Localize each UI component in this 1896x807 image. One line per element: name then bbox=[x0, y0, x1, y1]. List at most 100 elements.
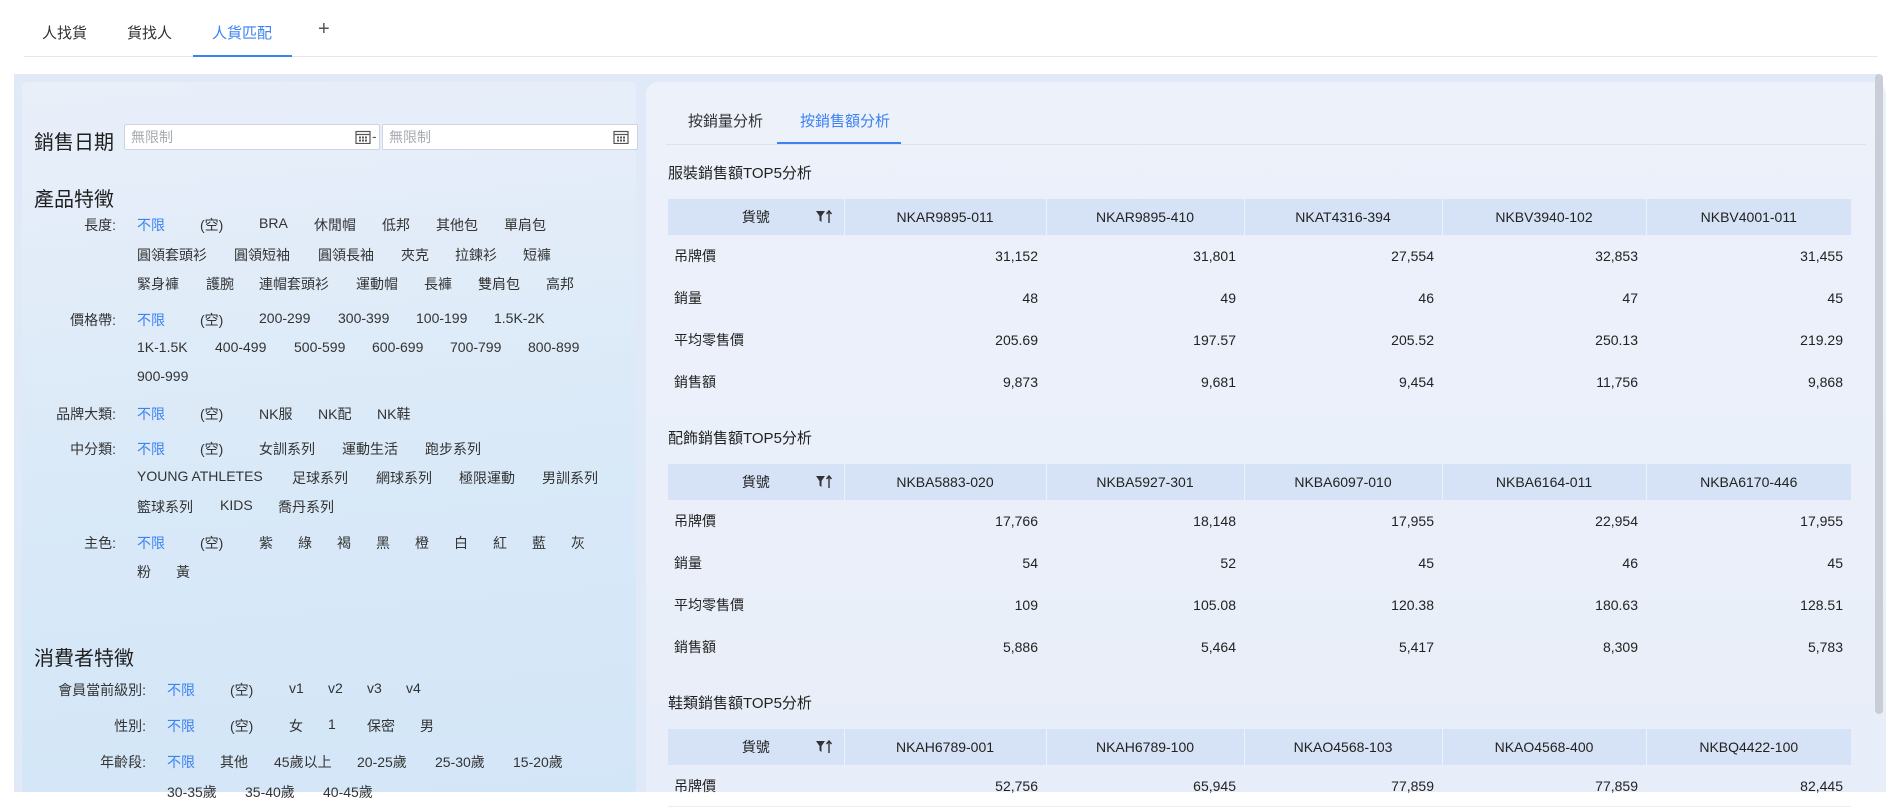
filter-option[interactable]: 褐 bbox=[337, 533, 351, 553]
tab-people-goods-match[interactable]: 人貨匹配 bbox=[212, 22, 272, 43]
filter-sort-icon[interactable] bbox=[815, 739, 833, 755]
filter-option[interactable]: 不限 bbox=[137, 439, 165, 459]
filter-option[interactable]: 不限 bbox=[137, 533, 165, 553]
tab-by-sales-amount[interactable]: 按銷售額分析 bbox=[800, 110, 890, 131]
filter-option[interactable]: 40-45歲 bbox=[323, 782, 373, 802]
filter-option[interactable]: 運動生活 bbox=[342, 439, 398, 459]
filter-option[interactable]: 休閒帽 bbox=[314, 215, 356, 235]
filter-option[interactable]: (空) bbox=[230, 716, 253, 736]
filter-option[interactable]: 不限 bbox=[137, 215, 165, 235]
end-date-field[interactable] bbox=[382, 124, 638, 150]
filter-option[interactable]: NK服 bbox=[259, 404, 292, 424]
filter-option[interactable]: 男訓系列 bbox=[542, 468, 598, 488]
filter-option[interactable]: 長褲 bbox=[424, 274, 452, 294]
filter-option[interactable]: 300-399 bbox=[338, 310, 389, 326]
filter-option[interactable]: YOUNG ATHLETES bbox=[137, 468, 263, 484]
tab-people-find-goods[interactable]: 人找貨 bbox=[42, 22, 87, 43]
filter-option[interactable]: 圓領短袖 bbox=[234, 245, 290, 265]
filter-sort-icon[interactable] bbox=[815, 209, 833, 225]
filter-option[interactable]: 綠 bbox=[298, 533, 312, 553]
filter-option[interactable]: 不限 bbox=[167, 716, 195, 736]
filter-option[interactable]: v2 bbox=[328, 680, 343, 696]
filter-option[interactable]: 黑 bbox=[376, 533, 390, 553]
filter-option[interactable]: 1K-1.5K bbox=[137, 339, 188, 355]
filter-option[interactable]: 不限 bbox=[137, 310, 165, 330]
filter-option[interactable]: 35-40歲 bbox=[245, 782, 295, 802]
filter-option[interactable]: 900-999 bbox=[137, 368, 188, 384]
filter-option[interactable]: 男 bbox=[420, 716, 434, 736]
filter-option[interactable]: 粉 bbox=[137, 562, 151, 582]
add-tab-icon[interactable]: + bbox=[318, 18, 330, 41]
filter-option[interactable]: (空) bbox=[200, 404, 223, 424]
filter-option[interactable]: 緊身褲 bbox=[137, 274, 179, 294]
filter-option[interactable]: 黃 bbox=[176, 562, 190, 582]
filter-option[interactable]: 15-20歲 bbox=[513, 752, 563, 772]
filter-option[interactable]: 籃球系列 bbox=[137, 497, 193, 517]
filter-option[interactable]: 500-599 bbox=[294, 339, 345, 355]
filter-option[interactable]: 單肩包 bbox=[504, 215, 546, 235]
filter-option[interactable]: 200-299 bbox=[259, 310, 310, 326]
filter-option[interactable]: KIDS bbox=[220, 497, 253, 513]
filter-option[interactable]: (空) bbox=[200, 533, 223, 553]
start-date-field[interactable] bbox=[124, 124, 380, 150]
filter-option[interactable]: 不限 bbox=[167, 752, 195, 772]
filter-option[interactable]: 跑步系列 bbox=[425, 439, 481, 459]
filter-option[interactable]: 紅 bbox=[493, 533, 507, 553]
filter-option[interactable]: 1.5K-2K bbox=[494, 310, 545, 326]
filter-option[interactable]: 橙 bbox=[415, 533, 429, 553]
filter-option[interactable]: 女訓系列 bbox=[259, 439, 315, 459]
filter-option[interactable]: v4 bbox=[406, 680, 421, 696]
filter-option[interactable]: 白 bbox=[454, 533, 468, 553]
filter-option[interactable]: 夾克 bbox=[401, 245, 429, 265]
filter-option[interactable]: 雙肩包 bbox=[478, 274, 520, 294]
filter-option[interactable]: 網球系列 bbox=[376, 468, 432, 488]
filter-option[interactable]: 藍 bbox=[532, 533, 546, 553]
filter-option[interactable]: 400-499 bbox=[215, 339, 266, 355]
filter-option[interactable]: 女 bbox=[289, 716, 303, 736]
filter-option[interactable]: 保密 bbox=[367, 716, 395, 736]
start-date-input[interactable] bbox=[125, 125, 347, 149]
filter-option[interactable]: BRA bbox=[259, 215, 288, 231]
filter-option[interactable]: 灰 bbox=[571, 533, 585, 553]
filter-option[interactable]: 其他包 bbox=[436, 215, 478, 235]
filter-option[interactable]: 700-799 bbox=[450, 339, 501, 355]
filter-option[interactable]: 600-699 bbox=[372, 339, 423, 355]
filter-option[interactable]: 足球系列 bbox=[292, 468, 348, 488]
filter-option[interactable]: NK配 bbox=[318, 404, 351, 424]
filter-option[interactable]: 喬丹系列 bbox=[278, 497, 334, 517]
calendar-icon[interactable] bbox=[355, 130, 371, 144]
filter-option[interactable]: 圓領套頭衫 bbox=[137, 245, 207, 265]
filter-option[interactable]: (空) bbox=[200, 310, 223, 330]
tab-goods-find-people[interactable]: 貨找人 bbox=[127, 22, 172, 43]
filter-option[interactable]: (空) bbox=[200, 215, 223, 235]
filter-option[interactable]: 25-30歲 bbox=[435, 752, 485, 772]
vertical-scrollbar[interactable] bbox=[1875, 74, 1883, 714]
filter-option[interactable]: v3 bbox=[367, 680, 382, 696]
filter-option[interactable]: 100-199 bbox=[416, 310, 467, 326]
filter-option[interactable]: 800-899 bbox=[528, 339, 579, 355]
filter-option[interactable]: (空) bbox=[230, 680, 253, 700]
filter-option[interactable]: 20-25歲 bbox=[357, 752, 407, 772]
filter-option[interactable]: NK鞋 bbox=[377, 404, 410, 424]
filter-option[interactable]: 護腕 bbox=[206, 274, 234, 294]
filter-sort-icon[interactable] bbox=[815, 474, 833, 490]
filter-option[interactable]: 1 bbox=[328, 716, 336, 732]
tab-by-sales-volume[interactable]: 按銷量分析 bbox=[688, 110, 763, 131]
filter-option[interactable]: 不限 bbox=[137, 404, 165, 424]
filter-option[interactable]: 運動帽 bbox=[356, 274, 398, 294]
filter-option[interactable]: 紫 bbox=[259, 533, 273, 553]
filter-option[interactable]: 圓領長袖 bbox=[318, 245, 374, 265]
filter-option[interactable]: v1 bbox=[289, 680, 304, 696]
calendar-icon[interactable] bbox=[613, 130, 629, 144]
filter-option[interactable]: 拉鍊衫 bbox=[455, 245, 497, 265]
filter-option[interactable]: 高邦 bbox=[546, 274, 574, 294]
filter-option[interactable]: 30-35歲 bbox=[167, 782, 217, 802]
filter-option[interactable]: 連帽套頭衫 bbox=[259, 274, 329, 294]
filter-option[interactable]: 其他 bbox=[220, 752, 248, 772]
filter-option[interactable]: (空) bbox=[200, 439, 223, 459]
end-date-input[interactable] bbox=[383, 125, 605, 149]
filter-option[interactable]: 極限運動 bbox=[459, 468, 515, 488]
filter-option[interactable]: 不限 bbox=[167, 680, 195, 700]
filter-option[interactable]: 低邦 bbox=[382, 215, 410, 235]
filter-option[interactable]: 短褲 bbox=[523, 245, 551, 265]
